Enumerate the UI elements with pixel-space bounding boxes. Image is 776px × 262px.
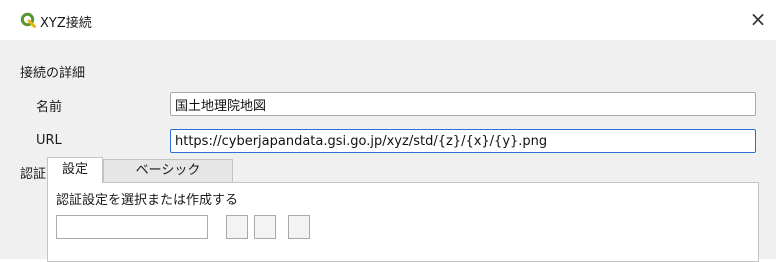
connection-details-heading: 接続の詳細 (20, 66, 86, 81)
remove-config-button[interactable] (288, 215, 310, 239)
tab-configurations[interactable]: 設定 (47, 157, 103, 183)
authentication-heading: 認証 (20, 167, 47, 182)
name-label: 名前 (36, 100, 63, 115)
auth-tab-panel: 認証設定を選択または作成する (47, 182, 759, 262)
auth-config-select[interactable] (56, 215, 208, 239)
edit-config-button[interactable] (226, 215, 248, 239)
tab-basic[interactable]: ベーシック (103, 159, 233, 182)
url-input[interactable] (170, 129, 756, 153)
name-input[interactable] (170, 92, 756, 116)
qgis-logo-icon (20, 12, 36, 28)
add-config-button[interactable] (254, 215, 276, 239)
auth-config-instruction: 認証設定を選択または作成する (56, 193, 239, 208)
title-bar: XYZ接続 × (0, 0, 776, 40)
close-button[interactable]: × (746, 8, 770, 32)
window-title: XYZ接続 (40, 16, 92, 31)
url-label: URL (36, 133, 62, 148)
